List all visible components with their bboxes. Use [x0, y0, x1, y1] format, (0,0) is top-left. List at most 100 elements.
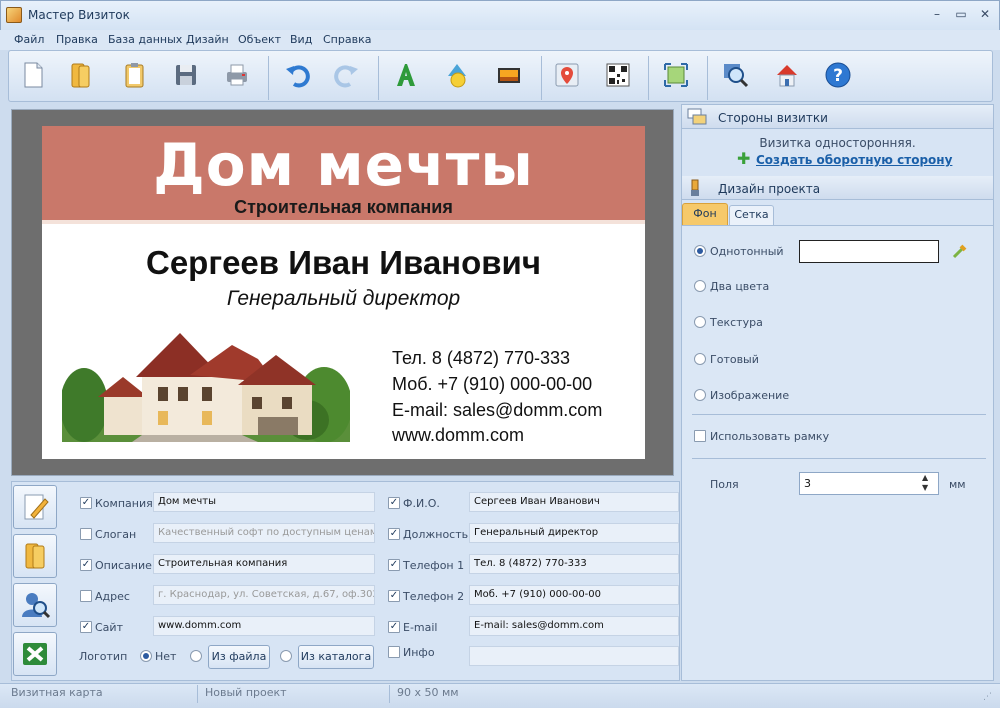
tab-background[interactable]: Фон — [682, 203, 728, 225]
card-description[interactable]: Строительная компания — [42, 197, 645, 218]
menu-object[interactable]: Объект — [238, 33, 281, 46]
bg-image-radio[interactable] — [694, 389, 706, 401]
resize-grip-icon[interactable]: ⋰ — [983, 692, 992, 702]
logo-file-radio[interactable] — [190, 650, 202, 662]
bg-ready-radio[interactable] — [694, 353, 706, 365]
address-checkbox[interactable] — [80, 590, 92, 602]
phone1-field[interactable]: Тел. 8 (4872) 770-333 — [469, 554, 679, 574]
site-field[interactable]: www.domm.com — [153, 616, 375, 636]
phone2-field[interactable]: Моб. +7 (910) 000-00-00 — [469, 585, 679, 605]
menu-design[interactable]: Дизайн — [186, 33, 229, 46]
info-checkbox[interactable] — [388, 646, 400, 658]
card-company[interactable]: Дом мечты — [42, 131, 645, 199]
fullname-checkbox[interactable]: ✓ — [388, 497, 400, 509]
excel-import-button[interactable] — [13, 632, 57, 676]
use-frame-checkbox[interactable] — [694, 430, 706, 442]
description-checkbox[interactable]: ✓ — [80, 559, 92, 571]
new-file-icon[interactable] — [15, 57, 51, 93]
toolbar-separator — [541, 56, 542, 100]
save-icon[interactable] — [168, 57, 204, 93]
open-folder-icon[interactable] — [63, 57, 99, 93]
bg-two-colors-radio[interactable] — [694, 280, 706, 292]
image-icon[interactable] — [491, 57, 527, 93]
position-field[interactable]: Генеральный директор — [469, 523, 679, 543]
phone2-label: Телефон 2 — [403, 590, 465, 603]
shapes-icon[interactable] — [439, 57, 475, 93]
email-field[interactable]: E-mail: sales@domm.com — [469, 616, 679, 636]
folder-icon — [25, 543, 45, 569]
bg-solid-radio[interactable] — [694, 245, 706, 257]
card-name[interactable]: Сергеев Иван Иванович — [42, 244, 645, 282]
logo-from-file-button[interactable]: Из файла — [208, 645, 270, 669]
tab-grid[interactable]: Сетка — [729, 205, 774, 225]
menu-database[interactable]: База данных — [108, 33, 182, 46]
fit-zoom-icon[interactable] — [658, 57, 694, 93]
slogan-checkbox[interactable] — [80, 528, 92, 540]
card-mobile[interactable]: Моб. +7 (910) 000-00-00 — [392, 374, 592, 395]
bg-two-colors-label: Два цвета — [710, 280, 770, 293]
slogan-field[interactable]: Качественный софт по доступным ценам — [153, 523, 375, 543]
fullname-field[interactable]: Сергеев Иван Иванович — [469, 492, 679, 512]
bg-image-label: Изображение — [710, 389, 790, 402]
eyedropper-icon[interactable] — [951, 242, 969, 260]
card-position[interactable]: Генеральный директор — [42, 287, 645, 311]
toolbar-separator — [648, 56, 649, 100]
site-checkbox[interactable]: ✓ — [80, 621, 92, 633]
logo-from-catalog-button[interactable]: Из каталога — [298, 645, 374, 669]
redo-icon[interactable] — [329, 57, 365, 93]
description-field[interactable]: Строительная компания — [153, 554, 375, 574]
clipboard-icon[interactable] — [116, 57, 152, 93]
phone1-checkbox[interactable]: ✓ — [388, 559, 400, 571]
fullname-label: Ф.И.О. — [403, 497, 440, 510]
use-frame-label: Использовать рамку — [710, 430, 830, 443]
margins-unit: мм — [949, 478, 966, 491]
margins-input[interactable]: 3 — [799, 472, 939, 495]
toolbar-separator — [378, 56, 379, 100]
undo-icon[interactable] — [279, 57, 315, 93]
toolbar-separator — [707, 56, 708, 100]
email-checkbox[interactable]: ✓ — [388, 621, 400, 633]
spinner-arrows-icon[interactable]: ▲ ▼ — [922, 473, 928, 493]
logo-none-radio[interactable] — [140, 650, 152, 662]
phone2-checkbox[interactable]: ✓ — [388, 590, 400, 602]
menu-view[interactable]: Вид — [290, 33, 312, 46]
house-image[interactable] — [62, 325, 350, 442]
print-icon[interactable] — [219, 57, 255, 93]
card-phone[interactable]: Тел. 8 (4872) 770-333 — [392, 348, 570, 369]
minimize-button[interactable]: – — [926, 6, 948, 22]
description-label: Описание — [95, 559, 152, 572]
info-field[interactable] — [469, 646, 679, 666]
menu-edit[interactable]: Правка — [56, 33, 98, 46]
plus-icon: ✚ — [737, 149, 751, 168]
bg-solid-label: Однотонный — [710, 245, 784, 258]
company-field[interactable]: Дом мечты — [153, 492, 375, 512]
position-label: Должность — [403, 528, 469, 541]
create-back-side-link[interactable]: Создать оборотную сторону — [756, 153, 952, 167]
menu-file[interactable]: Файл — [14, 33, 44, 46]
text-icon[interactable] — [388, 57, 424, 93]
home-icon[interactable] — [769, 57, 805, 93]
map-marker-icon[interactable] — [549, 57, 585, 93]
help-icon[interactable]: ? — [820, 57, 856, 93]
position-checkbox[interactable]: ✓ — [388, 528, 400, 540]
slogan-label: Слоган — [95, 528, 137, 541]
card-site[interactable]: www.domm.com — [392, 425, 524, 446]
card-email[interactable]: E-mail: sales@domm.com — [392, 400, 602, 421]
status-project: Новый проект — [205, 686, 287, 699]
qr-code-icon[interactable] — [600, 57, 636, 93]
close-button[interactable]: ✕ — [974, 6, 996, 22]
contacts-search-button[interactable] — [13, 583, 57, 627]
divider — [692, 414, 986, 415]
company-checkbox[interactable]: ✓ — [80, 497, 92, 509]
edit-text-button[interactable] — [13, 485, 57, 529]
menu-help[interactable]: Справка — [323, 33, 371, 46]
open-catalog-button[interactable] — [13, 534, 57, 578]
logo-catalog-radio[interactable] — [280, 650, 292, 662]
color-swatch[interactable] — [799, 240, 939, 263]
search-icon[interactable] — [717, 57, 753, 93]
margins-label: Поля — [710, 478, 739, 491]
bg-texture-radio[interactable] — [694, 316, 706, 328]
status-bar — [0, 683, 1000, 708]
maximize-button[interactable]: ▭ — [950, 6, 972, 22]
address-field[interactable]: г. Краснодар, ул. Советская, д.67, оф.30… — [153, 585, 375, 605]
